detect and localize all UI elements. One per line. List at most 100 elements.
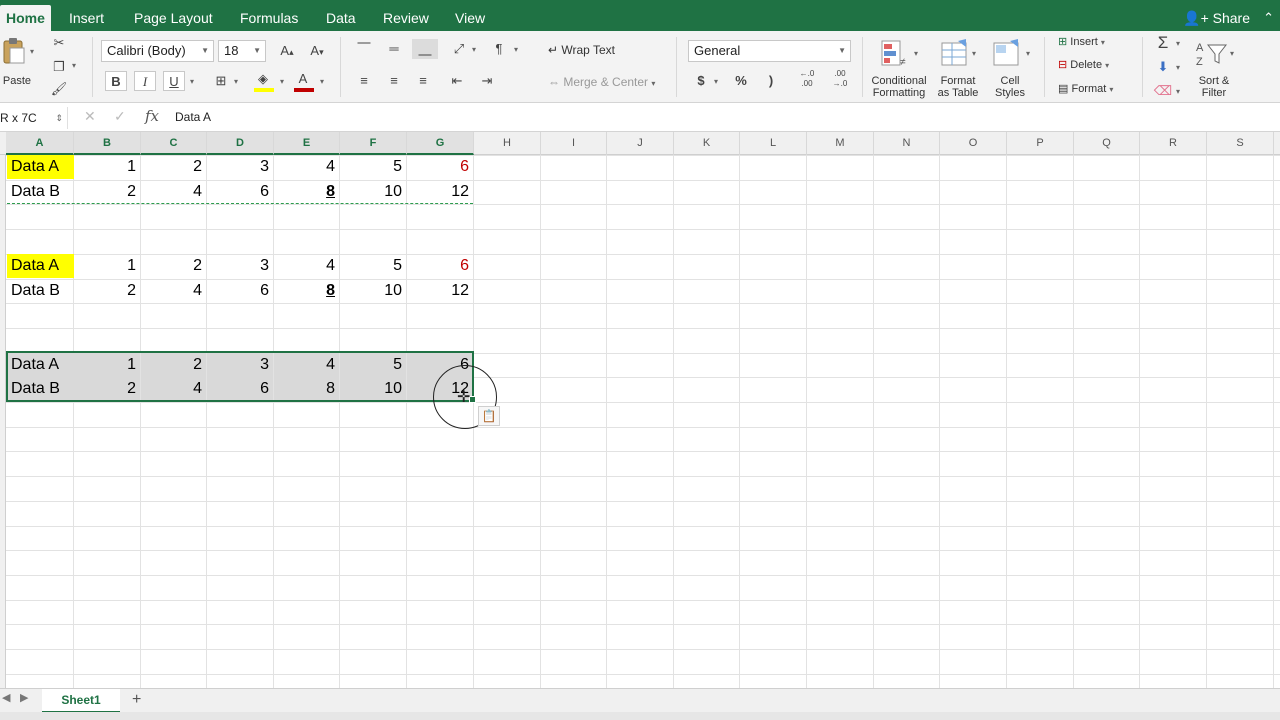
spreadsheet-grid[interactable]: ABCDEFGHIJKLMNOPQRS Data A 1 2 3 4 5 6 Data B24…	[0, 132, 1280, 699]
formula-input[interactable]: Data A	[175, 110, 211, 124]
decrease-decimal-button[interactable]: .00 →.0	[826, 69, 854, 89]
increase-decimal-button[interactable]: ←.0 .00	[793, 69, 821, 89]
cut-icon[interactable]: ✂	[48, 33, 70, 53]
column-header-n[interactable]: N	[874, 132, 940, 155]
number-format-dropdown[interactable]: General ▼	[688, 40, 851, 62]
align-top-icon[interactable]: ⎺	[353, 39, 375, 59]
font-size-dropdown[interactable]: 18 ▼	[218, 40, 266, 62]
selection-range[interactable]	[6, 351, 474, 402]
cell-value[interactable]: 8	[274, 180, 339, 204]
fill-dropdown-icon[interactable]: ▾	[1176, 63, 1180, 72]
cell-label[interactable]: Data B	[7, 279, 74, 303]
increase-indent-icon[interactable]: ⇥	[476, 71, 498, 91]
conditional-dropdown-icon[interactable]: ▾	[914, 49, 918, 58]
autosum-dropdown-icon[interactable]: ▾	[1176, 39, 1180, 48]
tab-view[interactable]: View	[449, 5, 491, 31]
format-painter-icon[interactable]: 🖌	[48, 79, 70, 99]
font-name-dropdown[interactable]: Calibri (Body) ▼	[101, 40, 214, 62]
column-header-e[interactable]: E	[274, 132, 340, 155]
cell-label[interactable]: Data A	[7, 155, 74, 179]
column-header-s[interactable]: S	[1207, 132, 1274, 155]
cell-value[interactable]: 6	[407, 254, 473, 278]
tab-formulas[interactable]: Formulas	[234, 5, 304, 31]
column-header-r[interactable]: R	[1140, 132, 1207, 155]
text-direction-icon[interactable]: ¶	[488, 39, 510, 59]
align-left-icon[interactable]: ≡	[353, 71, 375, 91]
clear-eraser-icon[interactable]: ⌫	[1152, 81, 1174, 101]
orientation-dropdown-icon[interactable]: ▾	[472, 45, 476, 54]
merge-center-button[interactable]: ⇔ Merge & Center ▾	[548, 75, 655, 89]
sort-filter-dropdown-icon[interactable]: ▾	[1230, 49, 1234, 58]
autosum-icon[interactable]: Σ	[1152, 33, 1174, 53]
cell-value[interactable]: 5	[340, 254, 406, 278]
cell-value[interactable]: 3	[207, 254, 273, 278]
copy-dropdown-icon[interactable]: ▾	[72, 61, 76, 70]
cell-value[interactable]: 4	[141, 279, 206, 303]
column-header-q[interactable]: Q	[1074, 132, 1140, 155]
text-direction-dropdown-icon[interactable]: ▾	[514, 45, 518, 54]
delete-cells-button[interactable]: ⊟ Delete ▾	[1058, 58, 1109, 71]
column-header-g[interactable]: G	[407, 132, 474, 155]
collapse-ribbon-icon[interactable]: ⌃	[1263, 5, 1274, 31]
cell-value[interactable]: 5	[340, 155, 406, 179]
column-header-f[interactable]: F	[340, 132, 407, 155]
increase-font-size-icon[interactable]: A▴	[274, 41, 300, 61]
column-header-i[interactable]: I	[541, 132, 607, 155]
tab-insert[interactable]: Insert	[63, 5, 110, 31]
cell-label[interactable]: Data A	[7, 254, 74, 278]
insert-cells-button[interactable]: ⊞ Insert ▾	[1058, 35, 1105, 48]
borders-icon[interactable]: ⊞	[210, 71, 232, 91]
wrap-text-button[interactable]: ↵ Wrap Text	[548, 43, 615, 57]
cell-value[interactable]: 4	[274, 155, 339, 179]
cell-value[interactable]: 4	[274, 254, 339, 278]
currency-button[interactable]: $	[690, 71, 712, 91]
comma-style-button[interactable]: )	[760, 71, 782, 91]
fill-color-icon[interactable]: ◈	[252, 69, 274, 89]
bold-button[interactable]: B	[105, 71, 127, 91]
column-header-d[interactable]: D	[207, 132, 274, 155]
sheet-next-icon[interactable]: ▶	[20, 691, 28, 704]
sheet-prev-icon[interactable]: ◀	[2, 691, 10, 704]
cell-value[interactable]: 2	[141, 155, 206, 179]
column-header-a[interactable]: A	[6, 132, 74, 155]
name-box[interactable]: R x 7C ⇕	[0, 107, 68, 129]
align-bottom-icon[interactable]: ⎽	[412, 39, 438, 59]
cell-value[interactable]: 12	[407, 180, 473, 204]
name-box-stepper-icon[interactable]: ⇕	[55, 107, 63, 129]
insert-function-button[interactable]: fx	[145, 107, 159, 125]
format-table-dropdown-icon[interactable]: ▾	[972, 49, 976, 58]
cell-value[interactable]: 10	[340, 180, 406, 204]
cell-value[interactable]: 2	[74, 279, 140, 303]
paste-options-icon[interactable]: 📋	[478, 406, 500, 426]
decrease-indent-icon[interactable]: ⇤	[446, 71, 468, 91]
cell-styles-dropdown-icon[interactable]: ▾	[1026, 49, 1030, 58]
percent-button[interactable]: %	[730, 71, 752, 91]
column-header-k[interactable]: K	[674, 132, 740, 155]
cell-value[interactable]: 10	[340, 279, 406, 303]
italic-button[interactable]: I	[134, 71, 156, 91]
align-right-icon[interactable]: ≡	[412, 71, 434, 91]
fill-dropdown-icon[interactable]: ▾	[280, 77, 284, 86]
tab-data[interactable]: Data	[320, 5, 362, 31]
column-header-b[interactable]: B	[74, 132, 141, 155]
column-header-m[interactable]: M	[807, 132, 874, 155]
column-header-l[interactable]: L	[740, 132, 807, 155]
align-middle-icon[interactable]: ═	[383, 39, 405, 59]
orientation-icon[interactable]: ⤢	[448, 39, 470, 59]
cell-value[interactable]: 3	[207, 155, 273, 179]
underline-button[interactable]: U	[163, 71, 185, 91]
confirm-entry-icon[interactable]: ✓	[114, 108, 126, 125]
copy-icon[interactable]: ❐	[48, 57, 70, 77]
add-sheet-button[interactable]: +	[132, 689, 141, 711]
cell-value[interactable]: 4	[141, 180, 206, 204]
tab-home[interactable]: Home	[0, 5, 51, 31]
underline-dropdown-icon[interactable]: ▾	[190, 77, 194, 86]
column-header-j[interactable]: J	[607, 132, 674, 155]
cell-value[interactable]: 2	[74, 180, 140, 204]
cell-value[interactable]: 1	[74, 155, 140, 179]
cell-value[interactable]: 6	[207, 279, 273, 303]
paste-icon[interactable]	[2, 37, 26, 65]
fill-icon[interactable]: ⬇	[1152, 57, 1174, 77]
conditional-formatting-icon[interactable]: ≠	[878, 39, 912, 69]
decrease-font-size-icon[interactable]: A▾	[304, 41, 330, 61]
